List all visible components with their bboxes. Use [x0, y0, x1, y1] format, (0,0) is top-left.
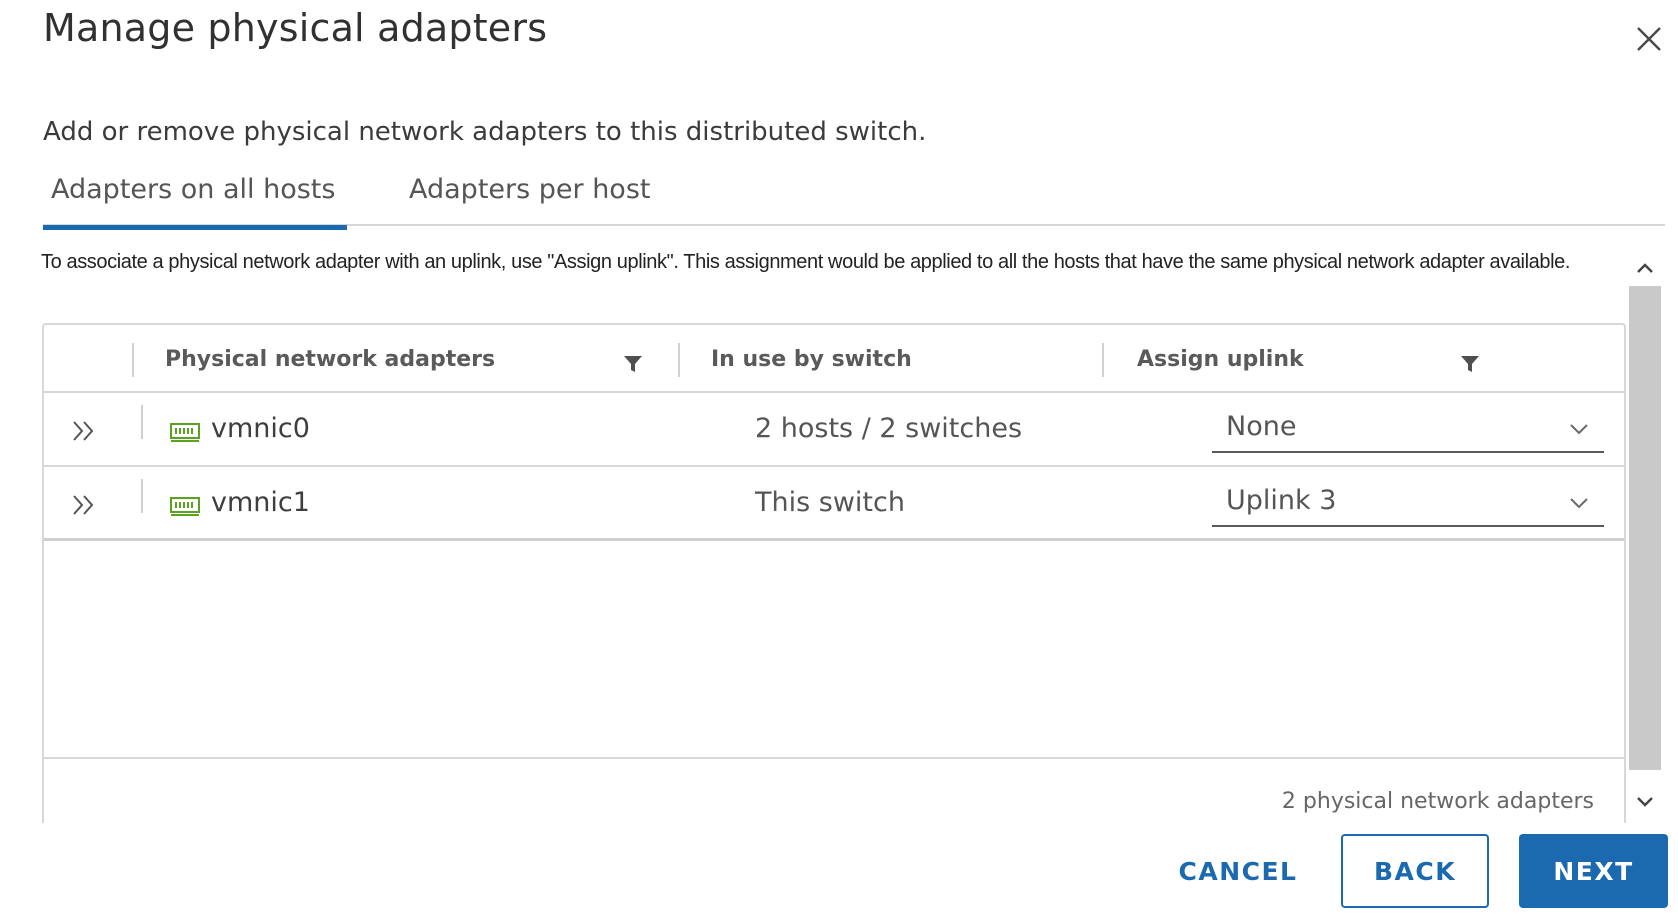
expand-double-chevron-icon[interactable] — [70, 417, 100, 445]
column-header-physical-adapters[interactable]: Physical network adapters — [165, 347, 495, 372]
cancel-button[interactable]: CANCEL — [1165, 834, 1311, 908]
next-button[interactable]: NEXT — [1519, 834, 1668, 908]
column-separator — [678, 343, 680, 377]
in-use-by-switch: 2 hosts / 2 switches — [755, 413, 1023, 444]
column-separator — [141, 405, 143, 439]
in-use-by-switch: This switch — [755, 487, 905, 518]
expand-double-chevron-icon[interactable] — [70, 491, 100, 519]
scrollbar[interactable] — [1627, 250, 1663, 820]
network-adapter-icon — [169, 421, 201, 443]
assign-uplink-select[interactable]: None — [1212, 401, 1604, 453]
assign-uplink-select[interactable]: Uplink 3 — [1212, 475, 1604, 527]
column-header-assign-uplink[interactable]: Assign uplink — [1137, 347, 1304, 372]
close-icon[interactable] — [1632, 22, 1666, 56]
column-separator — [132, 343, 134, 377]
scroll-down-icon[interactable] — [1627, 784, 1663, 820]
back-button[interactable]: BACK — [1341, 834, 1489, 908]
grid-header: Physical network adapters In use by swit… — [44, 325, 1624, 393]
network-adapter-icon — [169, 495, 201, 517]
info-text: To associate a physical network adapter … — [41, 251, 1571, 273]
chevron-down-icon — [1568, 421, 1590, 435]
tab-adapters-on-all-hosts[interactable]: Adapters on all hosts — [43, 174, 347, 230]
table-row: vmnic0 2 hosts / 2 switches None — [44, 393, 1624, 467]
dialog-subtitle: Add or remove physical network adapters … — [43, 117, 927, 147]
scroll-thumb[interactable] — [1629, 286, 1661, 770]
column-header-in-use[interactable]: In use by switch — [711, 347, 912, 372]
chevron-down-icon — [1568, 495, 1590, 509]
table-row: vmnic1 This switch Uplink 3 — [44, 467, 1624, 541]
select-value: Uplink 3 — [1226, 485, 1337, 516]
filter-icon[interactable] — [1459, 353, 1481, 375]
column-separator — [1102, 343, 1104, 377]
adapter-count: 2 physical network adapters — [1281, 789, 1594, 814]
adapter-name: vmnic0 — [211, 413, 310, 444]
select-value: None — [1226, 411, 1297, 442]
adapter-name: vmnic1 — [211, 487, 310, 518]
tab-bar: Adapters on all hosts Adapters per host — [43, 170, 1665, 230]
filter-icon[interactable] — [622, 353, 644, 375]
tab-adapters-per-host[interactable]: Adapters per host — [401, 174, 658, 226]
column-separator — [141, 479, 143, 513]
scroll-up-icon[interactable] — [1627, 250, 1663, 286]
adapters-grid: Physical network adapters In use by swit… — [42, 323, 1626, 823]
grid-footer: 2 physical network adapters — [44, 757, 1624, 827]
dialog-title: Manage physical adapters — [43, 6, 548, 50]
